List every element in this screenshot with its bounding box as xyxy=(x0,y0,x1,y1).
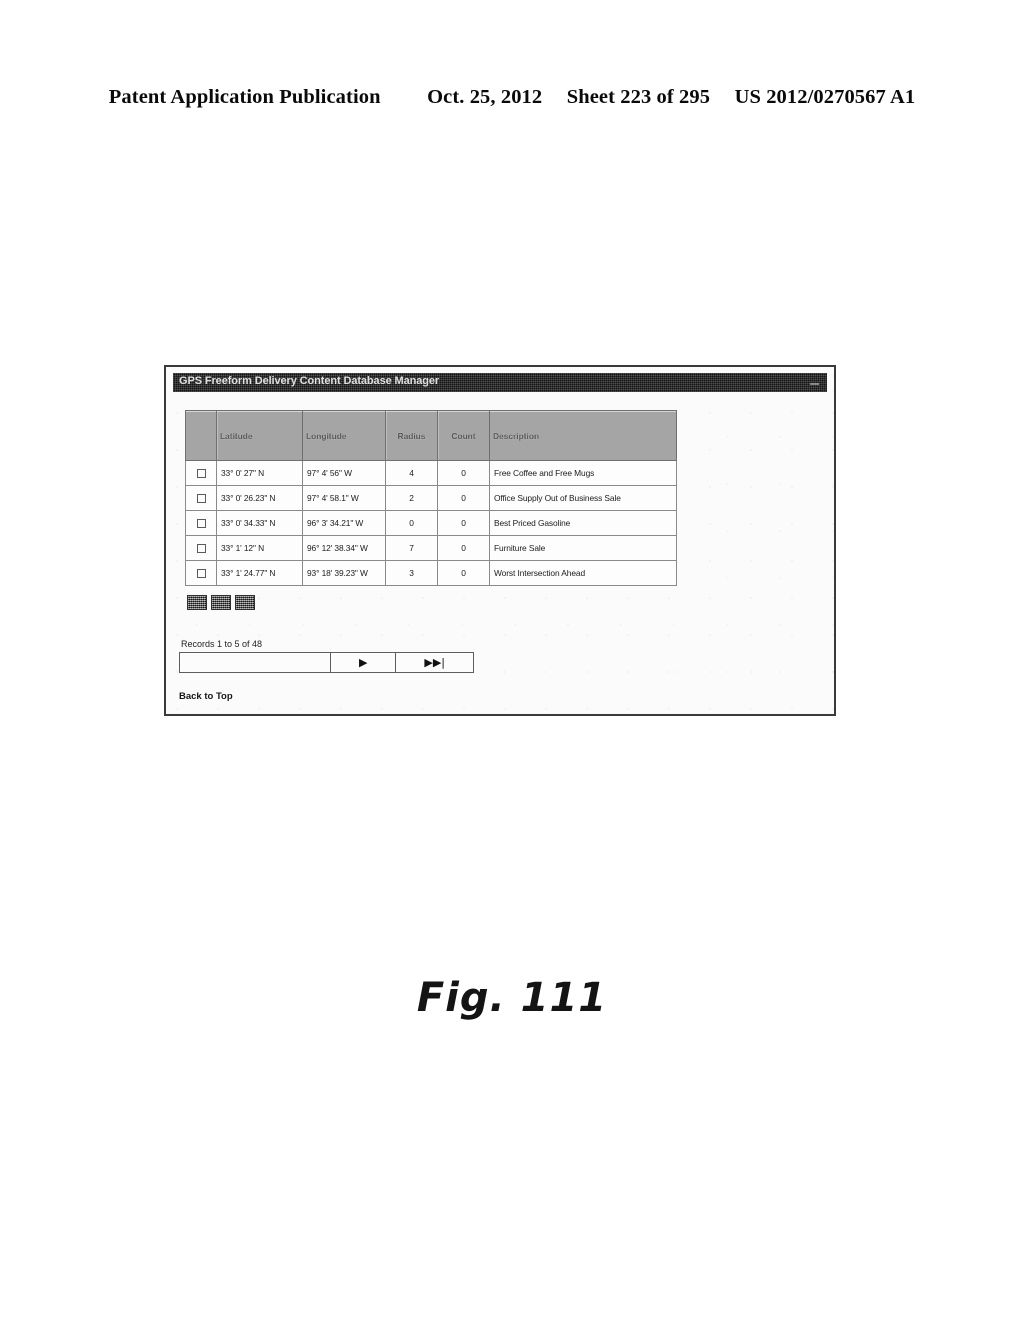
content-database-table: Latitude Longitude Radius Count Descript… xyxy=(185,410,677,586)
row-select-cell[interactable] xyxy=(185,460,217,486)
records-count-label: Records 1 to 5 of 48 xyxy=(181,639,263,649)
table-row[interactable]: 33° 0' 34.33" N 96° 3' 34.21" W 0 0 Best… xyxy=(185,510,677,536)
cell-radius: 7 xyxy=(385,535,438,561)
row-select-cell[interactable] xyxy=(185,510,217,536)
cell-latitude: 33° 1' 12" N xyxy=(216,535,303,561)
row-checkbox[interactable] xyxy=(196,469,206,479)
column-header-count[interactable]: Count xyxy=(437,410,490,461)
cell-longitude: 93° 18' 39.23" W xyxy=(302,560,386,586)
cell-description: Office Supply Out of Business Sale xyxy=(489,485,677,511)
window-title: GPS Freeform Delivery Content Database M… xyxy=(179,375,440,387)
cell-description: Free Coffee and Free Mugs xyxy=(489,460,677,486)
cell-radius: 0 xyxy=(385,510,438,536)
row-checkbox[interactable] xyxy=(196,544,206,554)
table-action-toolbar xyxy=(187,595,255,610)
pagination-spacer xyxy=(180,653,331,672)
pagination-bar: ▶ ▶▶| xyxy=(179,652,474,673)
table-row[interactable]: 33° 0' 27" N 97° 4' 56" W 4 0 Free Coffe… xyxy=(185,460,677,486)
cell-count: 0 xyxy=(437,460,490,486)
toolbar-icon-button-1[interactable] xyxy=(187,595,207,610)
row-checkbox[interactable] xyxy=(196,519,206,529)
last-page-button[interactable]: ▶▶| xyxy=(396,653,473,672)
cell-description: Furniture Sale xyxy=(489,535,677,561)
application-window-screenshot: GPS Freeform Delivery Content Database M… xyxy=(164,365,836,716)
row-select-cell[interactable] xyxy=(185,535,217,561)
row-checkbox[interactable] xyxy=(196,569,206,579)
row-checkbox[interactable] xyxy=(196,494,206,504)
column-header-radius[interactable]: Radius xyxy=(385,410,438,461)
cell-latitude: 33° 0' 34.33" N xyxy=(216,510,303,536)
cell-count: 0 xyxy=(437,535,490,561)
cell-radius: 4 xyxy=(385,460,438,486)
next-page-button[interactable]: ▶ xyxy=(331,653,397,672)
back-to-top-link[interactable]: Back to Top xyxy=(179,691,233,702)
toolbar-icon-button-2[interactable] xyxy=(211,595,231,610)
column-header-description[interactable]: Description xyxy=(489,410,677,461)
row-select-cell[interactable] xyxy=(185,485,217,511)
publication-label: Patent Application Publication xyxy=(108,86,381,108)
cell-longitude: 96° 3' 34.21" W xyxy=(302,510,386,536)
cell-latitude: 33° 0' 26.23" N xyxy=(216,485,303,511)
table-row[interactable]: 33° 1' 12" N 96° 12' 38.34" W 7 0 Furnit… xyxy=(185,535,677,561)
minimize-icon[interactable] xyxy=(809,377,820,386)
column-header-longitude[interactable]: Longitude xyxy=(302,410,386,461)
window-inner: GPS Freeform Delivery Content Database M… xyxy=(173,373,827,708)
sheet-number: Sheet 223 of 295 xyxy=(566,86,711,108)
cell-latitude: 33° 0' 27" N xyxy=(216,460,303,486)
column-header-select[interactable] xyxy=(185,410,217,461)
cell-latitude: 33° 1' 24.77" N xyxy=(216,560,303,586)
cell-longitude: 97° 4' 58.1" W xyxy=(302,485,386,511)
table-header-row: Latitude Longitude Radius Count Descript… xyxy=(185,410,677,461)
cell-longitude: 96° 12' 38.34" W xyxy=(302,535,386,561)
patent-number: US 2012/0270567 A1 xyxy=(734,86,916,108)
toolbar-icon-button-3[interactable] xyxy=(235,595,255,610)
row-select-cell[interactable] xyxy=(185,560,217,586)
publication-date: Oct. 25, 2012 xyxy=(427,86,543,108)
cell-description: Worst Intersection Ahead xyxy=(489,560,677,586)
cell-count: 0 xyxy=(437,510,490,536)
column-header-latitude[interactable]: Latitude xyxy=(216,410,303,461)
figure-caption: Fig. 111 xyxy=(416,975,608,1021)
table-row[interactable]: 33° 1' 24.77" N 93° 18' 39.23" W 3 0 Wor… xyxy=(185,560,677,586)
table-row[interactable]: 33° 0' 26.23" N 97° 4' 58.1" W 2 0 Offic… xyxy=(185,485,677,511)
cell-count: 0 xyxy=(437,560,490,586)
window-title-bar: GPS Freeform Delivery Content Database M… xyxy=(173,373,827,392)
cell-longitude: 97° 4' 56" W xyxy=(302,460,386,486)
cell-radius: 2 xyxy=(385,485,438,511)
cell-radius: 3 xyxy=(385,560,438,586)
cell-description: Best Priced Gasoline xyxy=(489,510,677,536)
patent-page-header: Patent Application Publication Oct. 25, … xyxy=(0,86,1024,109)
cell-count: 0 xyxy=(437,485,490,511)
